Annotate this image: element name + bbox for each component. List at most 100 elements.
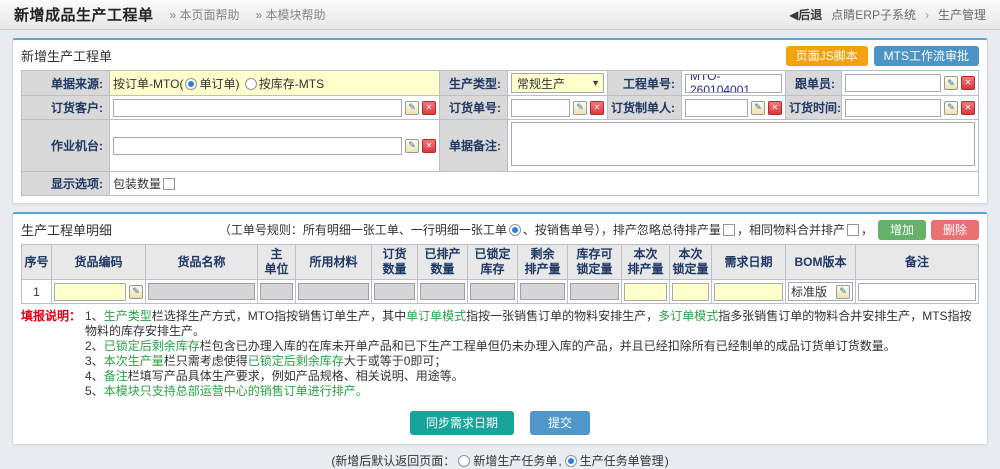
clear-icon[interactable]: ✕ [590,101,604,115]
clear-icon[interactable]: ✕ [961,76,975,90]
rule-text: （工单号规则：所有明细一张工单、一行明细一张工单 [219,221,507,238]
radio-task-order-manage[interactable] [565,455,577,467]
tracker-input[interactable] [845,74,941,92]
order-no-label: 工程单号: [608,71,682,96]
submit-button[interactable]: 提交 [530,411,590,435]
display-options-label: 显示选项: [22,172,110,196]
col-remaining-qty: 剩余 排产量 [518,245,568,280]
order-num-input[interactable] [511,99,570,117]
order-form: 单据来源: 按订单-MTO(单订单) 按库存-MTS 生产类型: 常规生产 ▼ … [21,70,979,196]
this-lock-qty-input[interactable] [672,283,709,301]
module-help-link[interactable]: » 本模块帮助 [256,6,326,23]
col-materials: 所用材料 [296,245,372,280]
radio-one-row-one-order[interactable] [509,224,521,236]
this-schedule-qty-input[interactable] [624,283,667,301]
return-page-text: (新增后默认返回页面： [331,452,455,469]
col-seq: 序号 [22,245,52,280]
checkbox-ignore-pending-qty[interactable] [723,224,735,236]
top-bar: 新增成品生产工程单 » 本页面帮助 » 本模块帮助 ◀后退 点睛ERP子系统 ›… [0,0,1000,30]
col-item-code: 货品编码 [52,245,146,280]
col-scheduled-qty: 已排产 数量 [418,245,468,280]
packing-qty-label: 包装数量 [113,177,161,191]
rule-text: ， [861,221,873,238]
breadcrumb-separator: › [925,8,929,22]
lookup-icon[interactable]: ✎ [573,101,587,115]
checkbox-merge-same-material[interactable] [847,224,859,236]
main-unit-readonly [260,283,293,300]
table-row: 1 ✎ 标准版 ✎ [22,280,979,304]
lookup-icon[interactable]: ✎ [944,101,958,115]
notes-list: 1、生产类型栏选择生产方式，MTO指按销售订单生产，其中单订单模式指按一张销售订… [85,309,979,399]
order-time-input[interactable] [845,99,941,117]
prod-type-label: 生产类型: [440,71,508,96]
customer-input[interactable] [113,99,402,117]
mts-workflow-approve-button[interactable]: MTS工作流审批 [874,46,979,66]
lookup-icon[interactable]: ✎ [129,285,143,299]
row-seq: 1 [22,280,52,304]
clear-icon[interactable]: ✕ [961,101,975,115]
detail-table: 序号 货品编码 货品名称 主 单位 所用材料 订货 数量 已排产 数量 已锁定 … [21,244,979,304]
sync-need-date-button[interactable]: 同步需求日期 [410,411,514,435]
radio-mts-label: 按库存-MTS [259,77,324,91]
remark-textarea[interactable] [511,122,975,166]
clear-icon[interactable]: ✕ [768,101,782,115]
radio-mts[interactable] [245,78,257,90]
add-row-button[interactable]: 增加 [878,220,926,240]
breadcrumb-section[interactable]: 生产管理 [938,6,986,23]
note-line: 4、备注栏填写产品具体生产要求，例如产品规格、相关说明、用途等。 [85,369,979,384]
order-maker-input[interactable] [685,99,748,117]
bom-version-value: 标准版 [791,283,833,300]
checkbox-packing-qty[interactable] [163,178,175,190]
machine-label: 作业机台: [22,120,110,172]
lookup-icon[interactable]: ✎ [405,139,419,153]
col-this-schedule-qty: 本次 排产量 [622,245,670,280]
work-order-rule: （工单号规则：所有明细一张工单、一行明细一张工单、按销售单号），排产忽略总待排产… [219,220,979,240]
col-locked-stock: 已锁定 库存 [468,245,518,280]
detail-header-row: 序号 货品编码 货品名称 主 单位 所用材料 订货 数量 已排产 数量 已锁定 … [22,245,979,280]
lookup-icon[interactable]: ✎ [751,101,765,115]
page-title: 新增成品生产工程单 [14,4,154,25]
order-time-label: 订货时间: [786,96,842,120]
clear-icon[interactable]: ✕ [422,101,436,115]
return-page-sep: , [558,454,561,468]
need-date-input[interactable] [714,283,783,301]
order-maker-label: 订货制单人: [608,96,682,120]
radio-new-task-order[interactable] [458,455,470,467]
row-remark-input[interactable] [858,283,976,301]
col-order-qty: 订货 数量 [372,245,418,280]
radio-single-order[interactable] [185,78,197,90]
note-line: 5、本模块只支持总部运营中心的销售订单进行排产。 [85,384,979,399]
return-page-options: (新增后默认返回页面： 新增生产任务单 , 生产任务单管理 ) [0,452,1000,469]
delete-row-button[interactable]: 删除 [931,220,979,240]
source-text: 按订单-MTO( [113,77,183,91]
back-button[interactable]: ◀后退 [789,6,822,23]
remaining-qty-readonly [520,283,565,300]
page-help-link[interactable]: » 本页面帮助 [170,6,240,23]
fill-instructions: 填报说明： 1、生产类型栏选择生产方式，MTO指按销售订单生产，其中单订单模式指… [21,309,979,399]
lookup-icon[interactable]: ✎ [405,101,419,115]
machine-input[interactable] [113,137,402,155]
source-text-close: ) [235,77,239,91]
tracker-label: 跟单员: [786,71,842,96]
page-js-script-button[interactable]: 页面JS脚本 [786,46,868,66]
clear-icon[interactable]: ✕ [422,139,436,153]
item-code-input[interactable] [54,283,126,301]
prod-type-value: 常规生产 [517,75,565,92]
lookup-icon[interactable]: ✎ [944,76,958,90]
locked-stock-readonly [470,283,515,300]
breadcrumb-system[interactable]: 点睛ERP子系统 [831,6,916,23]
col-this-lock-qty: 本次 锁定量 [670,245,712,280]
rule-text: 、按销售单号），排产忽略总待排产量 [523,221,721,238]
lockable-stock-readonly [570,283,619,300]
col-bom-version: BOM版本 [786,245,856,280]
panel-title: 新增生产工程单 [21,46,112,65]
remark-label: 单据备注: [440,120,508,172]
lookup-icon[interactable]: ✎ [836,285,850,299]
note-line: 3、本次生产量栏只需考虑使得已锁定后剩余库存大于或等于0即可； [85,354,979,369]
fill-instructions-label: 填报说明： [21,309,85,399]
breadcrumb: ◀后退 点睛ERP子系统 › 生产管理 [789,6,986,23]
prod-type-select[interactable]: 常规生产 ▼ [511,73,604,93]
rule-text: ，相同物料合并排产 [737,221,845,238]
detail-panel: 生产工程单明细 （工单号规则：所有明细一张工单、一行明细一张工单、按销售单号），… [12,212,988,445]
col-main-unit: 主 单位 [258,245,296,280]
